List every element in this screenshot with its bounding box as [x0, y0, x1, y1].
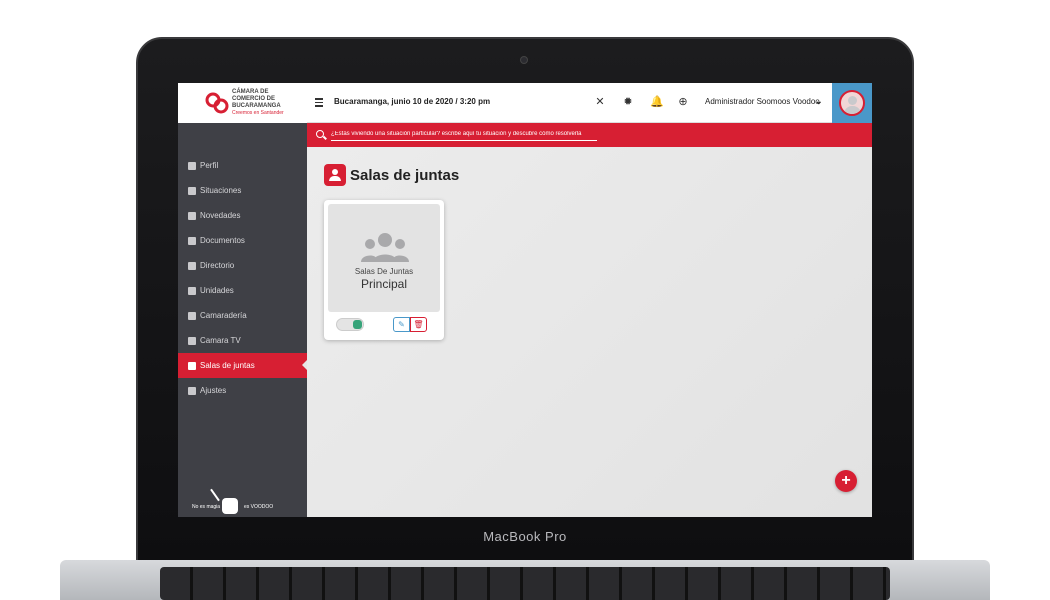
sidebar-menu: Perfil Situaciones Novedades Documentos … — [178, 153, 308, 403]
gear-icon — [188, 386, 196, 395]
sidebar-item-situaciones[interactable]: Situaciones — [178, 178, 307, 203]
trash-icon: 🗑 — [413, 320, 424, 329]
calendar-icon — [188, 211, 196, 220]
avatar-button[interactable] — [832, 83, 872, 123]
user-name[interactable]: Administrador Soomoos Voodoo — [705, 97, 820, 106]
situation-search-bar — [307, 123, 872, 147]
users-icon — [324, 164, 346, 186]
sidebar-item-salas-de-juntas[interactable]: Salas de juntas — [178, 353, 308, 378]
sidebar-footer: No es magia es VOODOO — [178, 488, 307, 517]
edit-icon: ✎ — [398, 320, 405, 329]
sidebar-item-documentos[interactable]: Documentos — [178, 228, 307, 253]
sidebar-item-directorio[interactable]: Directorio — [178, 253, 307, 278]
logo-text: CÁMARA DE COMERCIO DE BUCARAMANGA Creemo… — [232, 89, 284, 116]
camera — [521, 57, 527, 63]
page-title: Salas de juntas — [350, 166, 460, 184]
robot-antenna-icon — [210, 488, 220, 502]
situation-search-input[interactable] — [331, 128, 597, 141]
hand-icon — [188, 186, 196, 195]
video-icon — [188, 336, 196, 345]
datetime: Bucaramanga, junio 10 de 2020 / 3:20 pm — [334, 97, 491, 106]
avatar — [839, 90, 865, 116]
phone-icon — [188, 261, 196, 270]
sidebar-item-ajustes[interactable]: Ajustes — [178, 378, 307, 403]
users-icon — [188, 361, 196, 370]
card-image: Salas De Juntas Principal — [328, 204, 440, 312]
virus-icon[interactable]: ✹ — [622, 96, 634, 108]
meeting-room-card[interactable]: Salas De Juntas Principal ✎ 🗑 — [324, 200, 444, 340]
device-label: MacBook Pro — [483, 529, 567, 544]
thumbs-up-icon — [188, 311, 196, 320]
sidebar-item-novedades[interactable]: Novedades — [178, 203, 307, 228]
card-name: Principal — [360, 277, 408, 291]
sidebar: CÁMARA DE COMERCIO DE BUCARAMANGA Creemo… — [178, 83, 308, 517]
grid-icon — [188, 286, 196, 295]
group-icon — [361, 233, 409, 262]
bell-icon[interactable]: 🔔 — [650, 96, 664, 108]
keyboard — [160, 567, 890, 600]
screen: CÁMARA DE COMERCIO DE BUCARAMANGA Creemo… — [178, 83, 872, 517]
plus-icon: + — [841, 472, 851, 489]
main-content: Salas de juntas Salas De Juntas Principa… — [307, 147, 872, 517]
page-header: Salas de juntas — [324, 164, 459, 186]
topbar: Bucaramanga, junio 10 de 2020 / 3:20 pm … — [307, 83, 872, 123]
sidebar-item-camaraderia[interactable]: Camaradería — [178, 303, 307, 328]
search-icon — [316, 130, 324, 138]
delete-button[interactable]: 🗑 — [410, 317, 427, 332]
document-icon — [188, 236, 196, 245]
robot-icon — [222, 498, 238, 514]
sidebar-item-perfil[interactable]: Perfil — [178, 153, 307, 178]
enabled-toggle[interactable] — [336, 318, 364, 331]
id-card-icon — [188, 161, 196, 170]
logo-icon — [205, 92, 229, 114]
tools-icon[interactable]: ✕ — [594, 96, 606, 108]
sidebar-item-unidades[interactable]: Unidades — [178, 278, 307, 303]
chevron-down-icon[interactable]: ⌄ — [815, 96, 823, 107]
logo[interactable]: CÁMARA DE COMERCIO DE BUCARAMANGA Creemo… — [178, 83, 307, 123]
card-subtitle: Salas De Juntas — [354, 267, 414, 276]
toggle-knob — [353, 320, 362, 329]
globe-icon[interactable]: ⊕ — [677, 96, 689, 108]
edit-button[interactable]: ✎ — [393, 317, 410, 332]
menu-toggle-icon[interactable] — [315, 98, 323, 107]
sidebar-item-camara-tv[interactable]: Camara TV — [178, 328, 307, 353]
add-button[interactable]: + — [835, 470, 857, 492]
